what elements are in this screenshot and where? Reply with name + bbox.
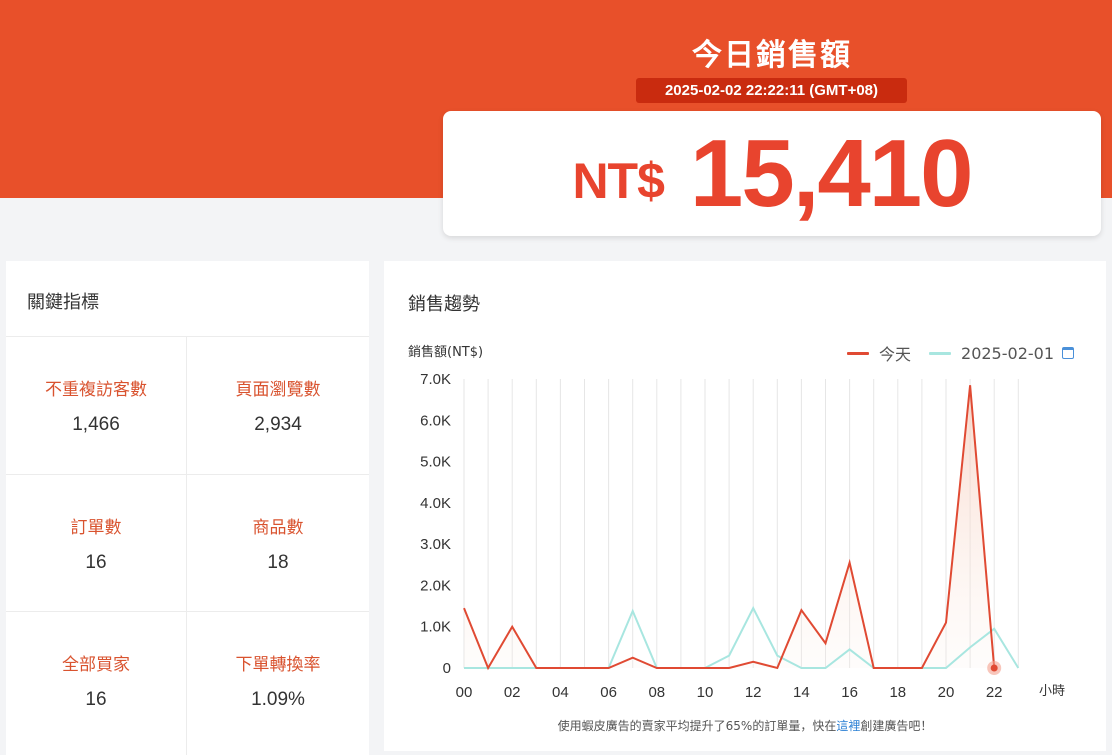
kpi-buyers[interactable]: 全部買家 16	[6, 612, 187, 755]
kpi-label: 不重複訪客數	[45, 380, 147, 400]
x-tick-label: 18	[889, 684, 906, 701]
y-tick-label: 3.0K	[420, 536, 451, 553]
current-point-marker	[990, 664, 998, 672]
y-tick-label: 6.0K	[420, 412, 451, 429]
x-axis-label: 小時	[1039, 684, 1065, 699]
kpi-value: 18	[267, 552, 289, 573]
ads-tip: 使用蝦皮廣告的賣家平均提升了65%的訂單量，快在這裡創建廣告吧！	[384, 717, 1106, 734]
x-tick-label: 12	[745, 684, 762, 701]
sales-trend-panel: 銷售趨勢 銷售額(NT$) 今天 2025-02-01 0 1.0K 2.0K 3.0…	[384, 261, 1106, 751]
x-tick-label: 02	[504, 684, 521, 701]
kpi-products[interactable]: 商品數 18	[187, 475, 369, 612]
y-tick-label: 5.0K	[420, 454, 451, 471]
kpi-panel: 關鍵指標 不重複訪客數 1,466 頁面瀏覽數 2,934 訂單數 16 商品數…	[6, 261, 369, 755]
page-title: 今日銷售額	[692, 38, 852, 73]
y-tick-label: 0	[443, 660, 451, 677]
kpi-value: 16	[85, 689, 107, 710]
kpi-unique-visitors[interactable]: 不重複訪客數 1,466	[6, 337, 187, 475]
kpi-label: 全部買家	[62, 655, 130, 675]
kpi-page-views[interactable]: 頁面瀏覽數 2,934	[187, 337, 369, 475]
ads-tip-text-end: 創建廣告吧！	[860, 719, 933, 733]
kpi-orders[interactable]: 訂單數 16	[6, 475, 187, 612]
y-tick-label: 1.0K	[420, 619, 451, 636]
x-tick-label: 22	[986, 684, 1003, 701]
sales-amount: 15,410	[689, 119, 974, 227]
x-tick-label: 20	[938, 684, 955, 701]
y-tick-label: 2.0K	[420, 577, 451, 594]
sales-trend-chart: 0 1.0K 2.0K 3.0K 4.0K 5.0K 6.0K 7.0K 00 02 04 06 08 1…	[420, 371, 1065, 701]
x-tick-label: 10	[697, 684, 714, 701]
currency-label: NT$	[572, 152, 664, 209]
kpi-value: 16	[85, 552, 107, 573]
x-tick-label: 14	[793, 684, 810, 701]
kpi-grid: 不重複訪客數 1,466 頁面瀏覽數 2,934 訂單數 16 商品數 18 全…	[6, 336, 369, 755]
x-tick-label: 04	[552, 684, 569, 701]
kpi-label: 商品數	[252, 518, 304, 538]
kpi-value: 1.09%	[251, 689, 305, 710]
kpi-value: 2,934	[254, 414, 302, 435]
y-tick-label: 4.0K	[420, 495, 451, 512]
x-tick-label: 08	[648, 684, 665, 701]
ads-tip-text: 使用蝦皮廣告的賣家平均提升了65%的訂單量，快在	[557, 719, 837, 733]
sales-total-card: NT$ 15,410	[443, 111, 1101, 236]
kpi-label: 頁面瀏覽數	[235, 380, 321, 400]
kpi-conversion-rate[interactable]: 下單轉換率 1.09%	[187, 612, 369, 755]
kpi-label: 下單轉換率	[235, 655, 321, 675]
kpi-value: 1,466	[72, 414, 120, 435]
x-tick-label: 16	[841, 684, 858, 701]
ads-tip-link[interactable]: 這裡	[836, 719, 860, 733]
x-tick-label: 00	[456, 684, 473, 701]
x-tick-label: 06	[600, 684, 617, 701]
kpi-label: 訂單數	[70, 518, 122, 538]
timestamp-badge: 2025-02-02 22:22:11 (GMT+08)	[636, 78, 907, 103]
y-tick-label: 7.0K	[420, 371, 451, 388]
kpi-panel-title: 關鍵指標	[27, 292, 99, 313]
